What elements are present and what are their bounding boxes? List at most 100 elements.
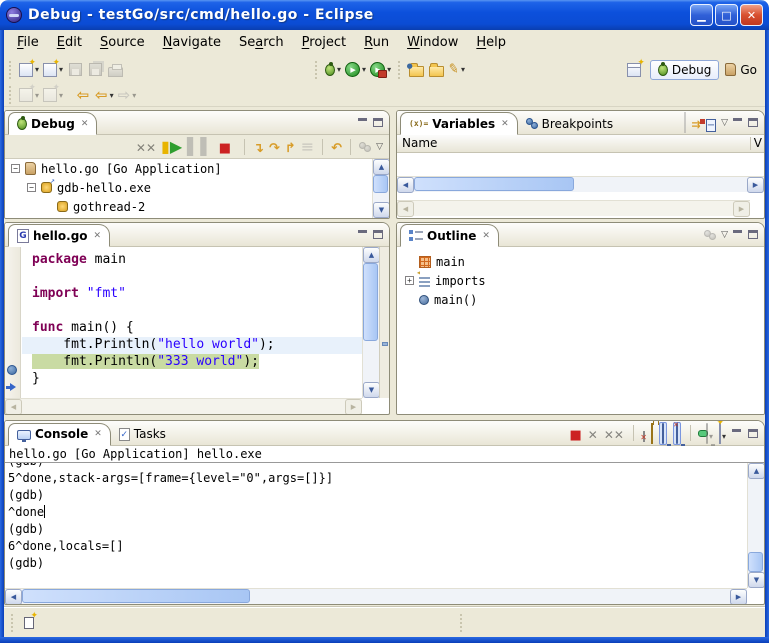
minimize-view-button[interactable] (358, 230, 368, 239)
menu-navigate[interactable]: Navigate (154, 33, 230, 52)
drop-to-frame-button[interactable]: ↶ (331, 137, 342, 156)
terminate-button[interactable]: ■ (570, 424, 582, 443)
name-column-header[interactable]: Name (397, 136, 437, 150)
minimize-view-button[interactable] (732, 429, 742, 438)
close-icon[interactable]: ✕ (81, 119, 89, 129)
menu-project[interactable]: Project (293, 33, 356, 52)
editor-hscrollbar[interactable]: ◀ ▶ (5, 398, 362, 414)
scroll-left-icon[interactable]: ◀ (397, 177, 414, 193)
variables-detail-hscrollbar[interactable]: ◀ ▶ (397, 200, 750, 216)
code-line[interactable] (22, 269, 362, 286)
menu-source[interactable]: Source (91, 33, 154, 52)
value-column-header[interactable]: V (754, 135, 762, 152)
menu-search[interactable]: Search (230, 33, 293, 52)
code-line[interactable]: } (22, 371, 362, 388)
outline-item[interactable]: +imports (397, 271, 764, 290)
scroll-up-icon[interactable]: ▲ (373, 159, 390, 175)
save-button[interactable] (65, 59, 85, 81)
view-menu-chevron-icon[interactable]: ▽ (721, 118, 728, 128)
maximize-view-button[interactable] (748, 118, 758, 127)
menu-edit[interactable]: Edit (48, 33, 91, 52)
scrollbar-thumb[interactable] (414, 177, 574, 191)
show-type-names-button[interactable] (684, 113, 686, 132)
show-stderr-toggle[interactable] (673, 422, 681, 445)
menu-run[interactable]: Run (355, 33, 398, 52)
tab-console[interactable]: Console ✕ (8, 423, 111, 446)
dropdown-arrow-icon[interactable]: ▾ (132, 91, 136, 100)
external-tools-button[interactable]: ▾ (368, 59, 393, 81)
scroll-left-icon[interactable]: ◀ (397, 201, 414, 217)
step-over-button[interactable]: ↷ (269, 137, 280, 156)
scroll-right-icon[interactable]: ▶ (730, 589, 747, 605)
scrollbar-thumb[interactable] (363, 263, 378, 341)
maximize-view-button[interactable] (373, 118, 383, 127)
open-perspective-button[interactable] (624, 59, 644, 81)
scroll-down-icon[interactable]: ▼ (373, 202, 390, 218)
menu-help[interactable]: Help (467, 33, 515, 52)
show-stdout-toggle[interactable] (659, 422, 667, 445)
minimize-window-button[interactable]: ▁ (690, 4, 713, 26)
overview-ruler[interactable] (379, 247, 389, 398)
scroll-lock-toggle[interactable] (651, 424, 653, 443)
debug-tree-row[interactable]: −hello.go [Go Application] (5, 159, 372, 178)
overview-marker[interactable] (382, 342, 388, 346)
debug-tree-vscrollbar[interactable]: ▲ ▼ (372, 159, 389, 218)
console-hscrollbar[interactable]: ◀ ▶ (5, 588, 747, 604)
editor-code-area[interactable]: package mainimport "fmt"func main() { fm… (22, 247, 362, 398)
close-icon[interactable]: ✕ (94, 231, 102, 241)
display-selected-console-button[interactable]: ▾ (706, 424, 713, 443)
run-launch-button[interactable]: ▾ (343, 59, 368, 81)
tab-breakpoints[interactable]: Breakpoints (518, 112, 621, 135)
open-folder-button[interactable] (406, 59, 426, 81)
toolbar-grip[interactable] (8, 86, 13, 104)
toolbar-grip[interactable] (397, 61, 402, 79)
scrollbar-thumb[interactable] (373, 175, 388, 193)
expander-icon[interactable]: + (405, 276, 414, 285)
linked-circles-button[interactable] (704, 230, 716, 240)
suspend-button[interactable]: ▌▌ (187, 137, 214, 156)
maximize-window-button[interactable]: □ (715, 4, 738, 26)
mark-occurrences-button[interactable]: ✎▾ (446, 59, 467, 81)
editor-vscrollbar[interactable]: ▲ ▼ (362, 247, 379, 398)
title-bar[interactable]: Debug - testGo/src/cmd/hello.go - Eclips… (0, 0, 769, 30)
remove-launch-button[interactable]: ✕ (588, 424, 598, 443)
outline-item[interactable]: main (397, 252, 764, 271)
step-into-button[interactable]: ↴ (253, 137, 264, 156)
view-menu-chevron-icon[interactable]: ▽ (376, 142, 383, 152)
view-menu-chevron-icon[interactable]: ▽ (721, 230, 728, 240)
variables-hscrollbar[interactable]: ◀ ▶ (397, 176, 764, 192)
tab-debug[interactable]: Debug ✕ (8, 112, 97, 135)
tab-tasks[interactable]: Tasks (111, 423, 174, 446)
scroll-left-icon[interactable]: ◀ (5, 589, 22, 605)
terminate-button[interactable]: ■ (219, 137, 231, 156)
minimize-view-button[interactable] (733, 230, 743, 239)
scroll-up-icon[interactable]: ▲ (748, 463, 765, 479)
tab-outline[interactable]: Outline ✕ (400, 224, 499, 247)
last-edit-location-button[interactable]: ⇦ (73, 84, 93, 106)
remove-all-terminated-button[interactable]: ✕✕ (604, 424, 624, 443)
scroll-right-icon[interactable]: ▶ (747, 177, 764, 193)
print-button[interactable] (105, 59, 125, 81)
new-project-button[interactable]: ▾ (41, 59, 65, 81)
scrollbar-thumb[interactable] (748, 552, 763, 572)
dropdown-arrow-icon[interactable]: ▾ (461, 65, 465, 74)
linked-circles-button[interactable] (359, 142, 371, 152)
code-line[interactable]: func main() { (22, 320, 362, 337)
toolbar-grip[interactable] (314, 61, 319, 79)
expander-icon[interactable]: − (27, 183, 36, 192)
console-vscrollbar[interactable]: ▲ ▼ (747, 463, 764, 588)
perspective-go-button[interactable]: Go (725, 63, 757, 77)
back-button[interactable]: ⇦▾ (93, 84, 116, 106)
scroll-left-icon[interactable]: ◀ (5, 399, 22, 415)
outline-item[interactable]: main() (397, 290, 764, 309)
scroll-right-icon[interactable]: ▶ (345, 399, 362, 415)
editor-gutter[interactable] (5, 247, 21, 398)
minimize-view-button[interactable] (733, 118, 743, 127)
scroll-up-icon[interactable]: ▲ (363, 247, 380, 263)
code-line[interactable]: import "fmt" (22, 286, 362, 303)
close-icon[interactable]: ✕ (501, 119, 509, 129)
menu-window[interactable]: Window (398, 33, 467, 52)
dropdown-arrow-icon[interactable]: ▾ (709, 432, 713, 441)
tab-hello-go[interactable]: hello.go ✕ (8, 224, 110, 247)
dropdown-arrow-icon[interactable]: ▾ (337, 65, 341, 74)
